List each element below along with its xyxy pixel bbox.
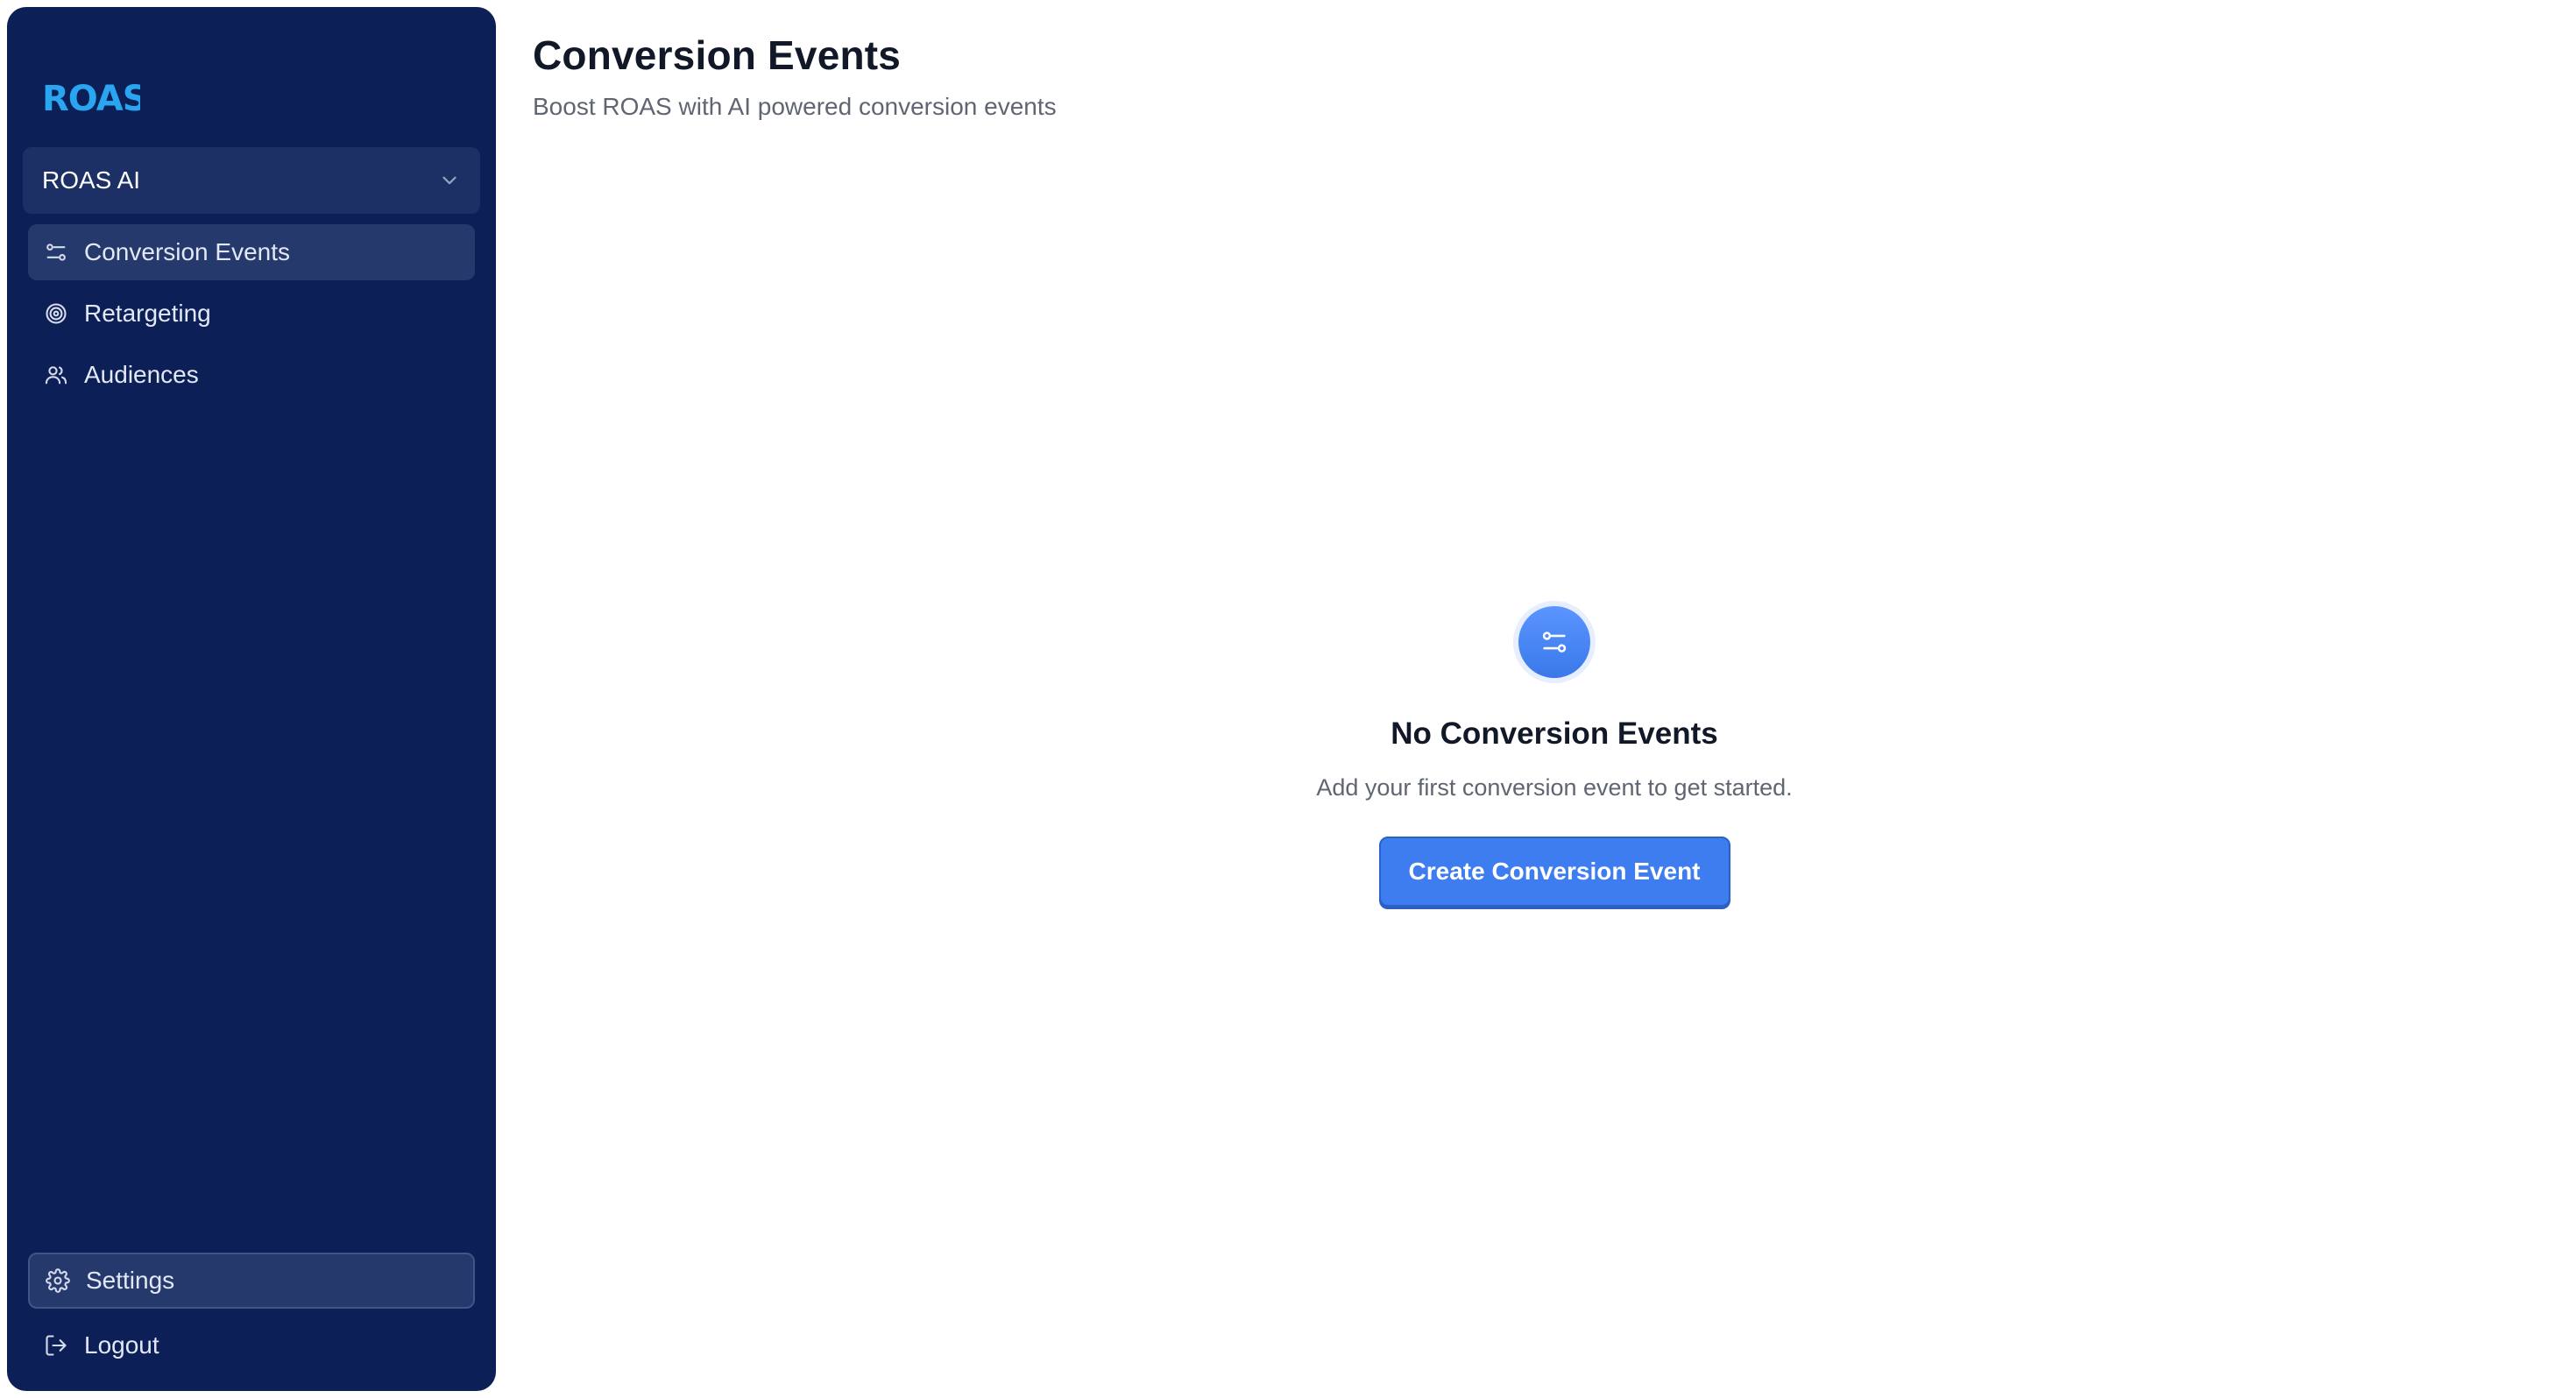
main-content: Conversion Events Boost ROAS with AI pow…: [533, 0, 2576, 1398]
sidebar-item-conversion-events[interactable]: Conversion Events: [28, 224, 475, 280]
workspace-select[interactable]: ROAS AI: [23, 147, 480, 214]
sidebar-item-retargeting[interactable]: Retargeting: [28, 286, 475, 342]
empty-state-text: Add your first conversion event to get s…: [1316, 774, 1793, 801]
gear-icon: [46, 1268, 70, 1293]
chevron-down-icon: [438, 169, 461, 192]
sidebar-item-label: Audiences: [84, 361, 199, 388]
empty-state-title: No Conversion Events: [1391, 717, 1718, 751]
page-title: Conversion Events: [533, 32, 902, 78]
logout-icon: [44, 1333, 68, 1358]
sidebar-item-settings[interactable]: Settings: [28, 1253, 475, 1309]
sliders-icon: [1518, 606, 1590, 678]
users-icon: [44, 363, 68, 387]
sidebar-item-label: Logout: [84, 1331, 159, 1359]
svg-text:ROAS: ROAS: [42, 79, 140, 119]
sidebar-item-label: Conversion Events: [84, 238, 291, 265]
page-subtitle: Boost ROAS with AI powered conversion ev…: [533, 93, 1057, 120]
sidebar-item-label: Retargeting: [84, 300, 211, 327]
app-root: ROAS ROAS AI Conversion Events Retargeti…: [0, 0, 2576, 1398]
sidebar-item-audiences[interactable]: Audiences: [28, 347, 475, 403]
sliders-icon: [44, 240, 68, 265]
sidebar-item-label: Settings: [86, 1267, 175, 1294]
sidebar-nav: Conversion Events Retargeting Audiences: [28, 224, 475, 408]
create-conversion-event-button[interactable]: Create Conversion Event: [1378, 837, 1730, 907]
empty-state: No Conversion Events Add your first conv…: [533, 606, 2576, 907]
roas-logo-icon: ROAS: [42, 79, 140, 119]
target-icon: [44, 301, 68, 326]
workspace-label: ROAS AI: [42, 166, 141, 194]
sidebar-item-logout[interactable]: Logout: [28, 1317, 475, 1373]
roas-logo[interactable]: ROAS: [42, 77, 182, 130]
sidebar-bottom-nav: Settings Logout: [28, 1253, 475, 1379]
sidebar: ROAS ROAS AI Conversion Events Retargeti…: [7, 7, 496, 1391]
